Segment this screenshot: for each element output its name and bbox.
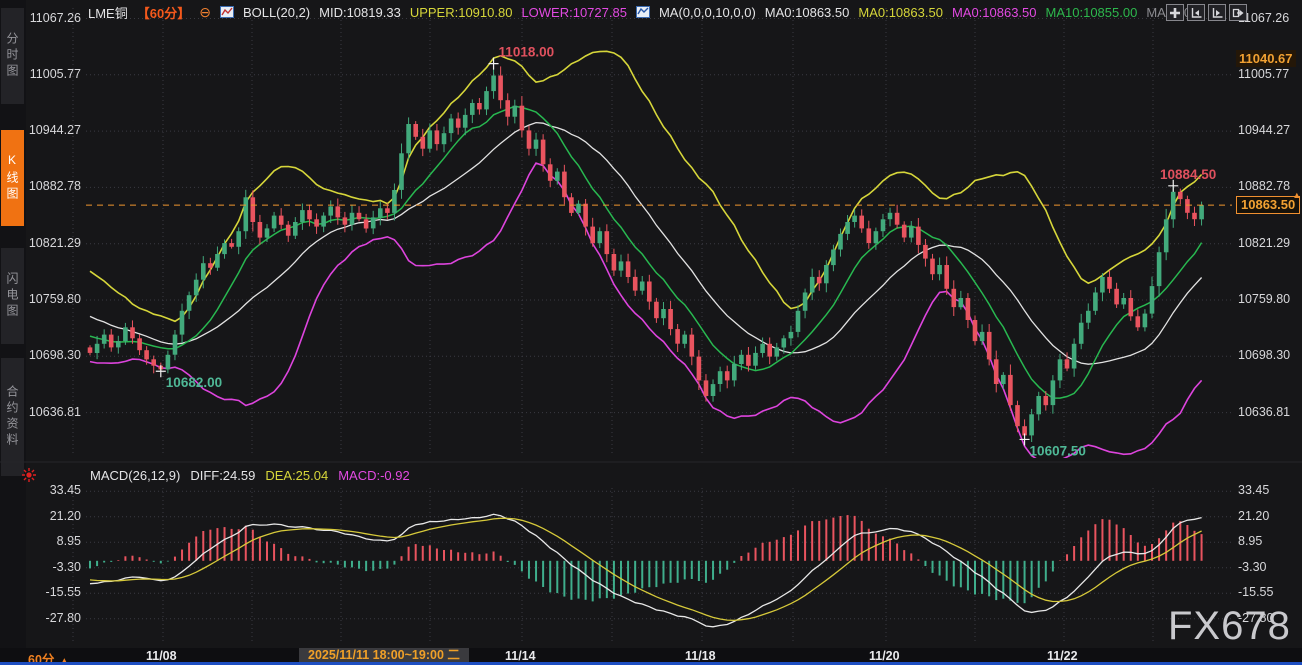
- last-price-label: ▲ 10863.50: [1236, 196, 1300, 214]
- macd-legend: MACD(26,12,9) DIFF:24.59 DEA:25.04 MACD:…: [90, 467, 410, 483]
- indicator-icon[interactable]: [636, 6, 650, 18]
- chart-toolbar: [1166, 4, 1247, 21]
- indicator-alert-icon[interactable]: [21, 467, 37, 483]
- exit-icon[interactable]: [1229, 4, 1247, 21]
- ma-label: MA(0,0,0,10,0,0): [659, 5, 756, 20]
- boll-lower-value: LOWER:10727.85: [521, 5, 627, 20]
- period-label[interactable]: 【60分】: [137, 3, 190, 22]
- indicator-legend: LME铜 【60分】 ⊖ BOLL(20,2) MID:10819.33 UPP…: [88, 3, 1198, 21]
- macd-diff-value: DIFF:24.59: [190, 468, 255, 483]
- indicator-icon[interactable]: [220, 6, 234, 18]
- time-axis-bar: [0, 648, 1302, 662]
- macd-dea-value: DEA:25.04: [265, 468, 328, 483]
- ma-value-0: MA0:10863.50: [765, 5, 850, 20]
- boll-label: BOLL(20,2): [243, 5, 310, 20]
- x-axis-label: 11/22: [1047, 649, 1078, 663]
- session-high-price-label: 11040.67: [1236, 50, 1296, 67]
- macd-macd-value: MACD:-0.92: [338, 468, 410, 483]
- svg-text:10884.50: 10884.50: [1160, 167, 1216, 182]
- ma-value-2: MA0:10863.50: [952, 5, 1037, 20]
- x-axis-label: 11/08: [146, 649, 177, 663]
- symbol-name: LME铜: [88, 3, 128, 22]
- ma-value-3: MA10:10855.00: [1046, 5, 1138, 20]
- x-axis-label: 11/20: [869, 649, 900, 663]
- macd-title: MACD(26,12,9): [90, 468, 180, 483]
- watermark: FX678: [1168, 604, 1291, 649]
- scale-axis-left-icon[interactable]: [1187, 4, 1205, 21]
- svg-text:11018.00: 11018.00: [499, 45, 555, 60]
- svg-text:10607.50: 10607.50: [1030, 443, 1086, 458]
- trading-app-window: 10682.0011018.0010607.5010884.50 分时图 K线图…: [0, 0, 1302, 665]
- price-flag-icon: ▲: [1292, 187, 1301, 203]
- move-icon[interactable]: [1166, 4, 1184, 21]
- scale-axis-right-icon[interactable]: [1208, 4, 1226, 21]
- x-axis-label: 11/18: [685, 649, 716, 663]
- ma-value-1: MA0:10863.50: [858, 5, 943, 20]
- boll-upper-value: UPPER:10910.80: [410, 5, 513, 20]
- svg-text:10682.00: 10682.00: [166, 375, 222, 390]
- minus-circle-icon[interactable]: ⊖: [199, 5, 211, 19]
- boll-mid-value: MID:10819.33: [319, 5, 401, 20]
- hovered-time-label: 2025/11/11 18:00~19:00 二: [299, 648, 469, 663]
- x-axis-label: 11/14: [505, 649, 536, 663]
- chart-canvas[interactable]: 10682.00 11018.00 10607.50 10884.50: [0, 0, 1302, 665]
